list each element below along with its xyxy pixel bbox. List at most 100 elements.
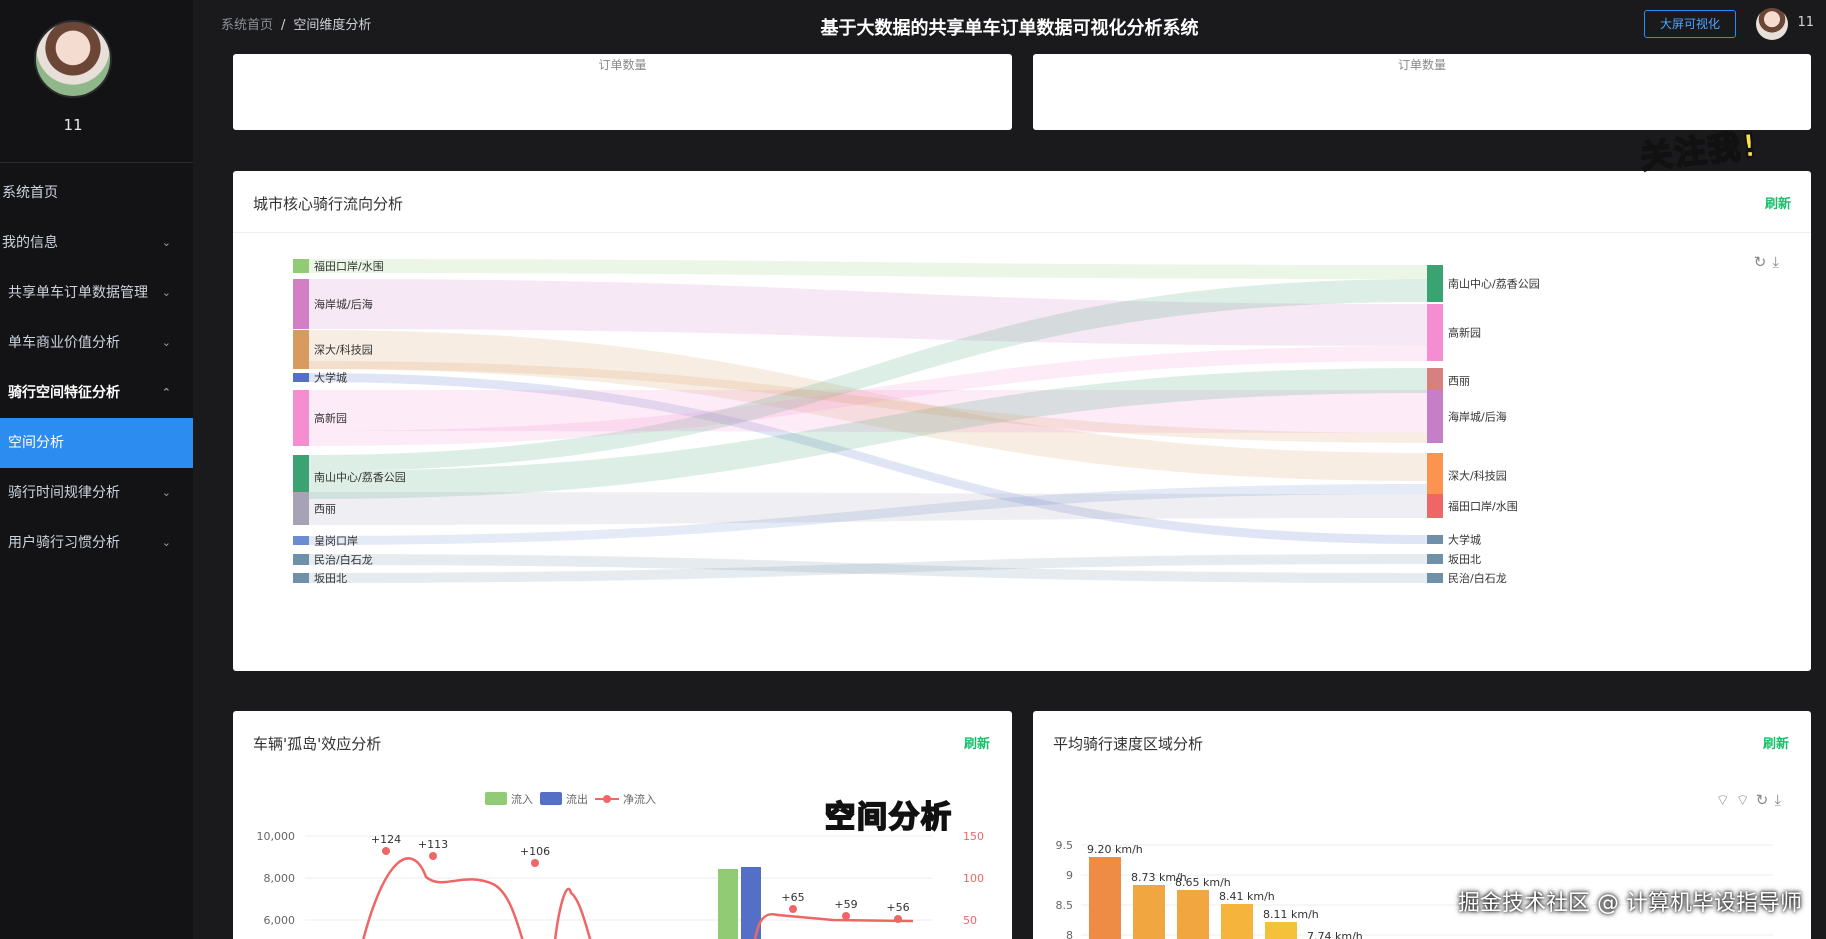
legend-marker xyxy=(603,795,611,803)
sankey-source-label: 民治/白石龙 xyxy=(314,553,373,567)
axis-tick-label: 6,000 xyxy=(264,914,296,927)
data-label: +65 xyxy=(781,891,804,904)
net-inflow-point[interactable] xyxy=(429,852,437,860)
sankey-target-node[interactable] xyxy=(1427,535,1443,544)
bar[interactable] xyxy=(1133,885,1165,939)
sankey-target-label: 西丽 xyxy=(1448,375,1470,388)
data-label: +59 xyxy=(834,898,857,911)
data-label: 8.65 km/h xyxy=(1175,876,1231,889)
data-label: 9.20 km/h xyxy=(1087,843,1143,856)
sankey-source-node[interactable] xyxy=(293,259,309,273)
legend-label: 流入 xyxy=(511,792,533,806)
sankey-source-node[interactable] xyxy=(293,492,309,525)
sidebar-item-label: 骑行空间特征分析 xyxy=(8,385,120,401)
axis-label: 订单数量 xyxy=(598,58,647,72)
sankey-target-label: 深大/科技园 xyxy=(1448,469,1507,483)
bar[interactable] xyxy=(1177,890,1209,939)
order-count-card-right: 订单数量 xyxy=(1033,54,1811,130)
sankey-source-node[interactable] xyxy=(293,373,309,382)
net-inflow-point[interactable] xyxy=(894,915,902,923)
data-label: 7.74 km/h xyxy=(1307,930,1363,939)
legend-swatch[interactable] xyxy=(485,792,507,805)
sidebar-item-home[interactable]: 系统首页 xyxy=(0,168,193,218)
sankey-source-node[interactable] xyxy=(293,330,309,369)
sidebar-divider xyxy=(0,162,193,163)
net-inflow-point[interactable] xyxy=(842,912,850,920)
chevron-down-icon: ⌄ xyxy=(161,236,171,249)
sankey-source-label: 高新园 xyxy=(314,411,347,425)
sankey-source-node[interactable] xyxy=(293,573,309,583)
sidebar: 11 系统首页 我的信息 ⌄ 共享单车订单数据管理 ⌄ 单车商业价值分析 ⌄ 骑行空间… xyxy=(0,0,193,939)
sidebar-menu: 系统首页 我的信息 ⌄ 共享单车订单数据管理 ⌄ 单车商业价值分析 ⌄ 骑行空间特征分… xyxy=(0,168,193,568)
sidebar-item-spatial-analysis[interactable]: 空间分析 xyxy=(0,418,193,468)
net-inflow-point[interactable] xyxy=(382,847,390,855)
sankey-source-label: 皇岗口岸 xyxy=(314,534,358,548)
space-analysis-sticker: 空间分析 xyxy=(824,799,953,836)
legend-swatch[interactable] xyxy=(540,792,562,805)
top-header: 系统首页 / 空间维度分析 基于大数据的共享单车订单数据可视化分析系统 大屏可视化 … xyxy=(193,0,1826,54)
net-inflow-point[interactable] xyxy=(531,859,539,867)
sankey-target-node[interactable] xyxy=(1427,368,1443,393)
sankey-source-label: 西丽 xyxy=(314,503,336,516)
sankey-target-node[interactable] xyxy=(1427,554,1443,564)
sankey-target-node[interactable] xyxy=(1427,453,1443,498)
header-user-name[interactable]: 11 xyxy=(1797,15,1814,30)
sankey-target-node[interactable] xyxy=(1427,304,1443,361)
sankey-target-node[interactable] xyxy=(1427,390,1443,443)
bar[interactable] xyxy=(718,869,738,939)
sankey-target-node[interactable] xyxy=(1427,494,1443,518)
sankey-source-label: 福田口岸/水围 xyxy=(314,259,384,273)
sidebar-item-label: 系统首页 xyxy=(2,185,58,201)
sidebar-item-spatial-features[interactable]: 骑行空间特征分析 ⌃ xyxy=(0,368,193,418)
sankey-link[interactable] xyxy=(309,259,1427,279)
data-label: +124 xyxy=(371,833,401,846)
chevron-down-icon: ⌄ xyxy=(161,536,171,549)
bar[interactable] xyxy=(1265,922,1297,939)
sidebar-user-name: 11 xyxy=(63,116,83,134)
axis-tick-label: 10,000 xyxy=(257,830,296,843)
data-label: +113 xyxy=(418,838,448,851)
axis-tick-label: 50 xyxy=(963,914,977,927)
legend-label: 流出 xyxy=(566,792,588,806)
axis-tick-label: 100 xyxy=(963,872,984,885)
net-inflow-point[interactable] xyxy=(789,905,797,913)
sankey-source-node[interactable] xyxy=(293,536,309,545)
sankey-target-label: 大学城 xyxy=(1448,533,1481,547)
sankey-source-label: 海岸城/后海 xyxy=(314,297,373,311)
watermark: 掘金技术社区 @ 计算机毕设指导师 xyxy=(1458,891,1802,916)
chevron-down-icon: ⌄ xyxy=(161,336,171,349)
big-screen-button[interactable]: 大屏可视化 xyxy=(1644,10,1736,38)
sidebar-item-user-habits[interactable]: 用户骑行习惯分析 ⌄ xyxy=(0,518,193,568)
sidebar-item-business-value[interactable]: 单车商业价值分析 ⌄ xyxy=(0,318,193,368)
sankey-target-node[interactable] xyxy=(1427,573,1443,583)
sankey-source-node[interactable] xyxy=(293,279,309,329)
bar[interactable] xyxy=(1089,857,1121,939)
sankey-link[interactable] xyxy=(309,492,1427,525)
sidebar-item-label: 共享单车订单数据管理 xyxy=(8,285,148,301)
sankey-chart: 福田口岸/水围海岸城/后海深大/科技园大学城高新园南山中心/荔香公园西丽皇岗口岸… xyxy=(293,259,1540,585)
order-count-card-left: 订单数量 xyxy=(233,54,1012,130)
axis-tick-label: 8 xyxy=(1066,929,1073,939)
bar[interactable] xyxy=(1221,904,1253,939)
sankey-source-node[interactable] xyxy=(293,390,309,446)
sankey-source-label: 南山中心/荔香公园 xyxy=(314,471,406,484)
avatar[interactable] xyxy=(34,20,112,98)
sidebar-item-label: 骑行时间规律分析 xyxy=(8,485,120,501)
sidebar-item-my-info[interactable]: 我的信息 ⌄ xyxy=(0,218,193,268)
sankey-target-node[interactable] xyxy=(1427,265,1443,302)
axis-tick-label: 9.5 xyxy=(1056,839,1074,852)
data-label: 8.11 km/h xyxy=(1263,908,1319,921)
sidebar-item-time-patterns[interactable]: 骑行时间规律分析 ⌄ xyxy=(0,468,193,518)
sankey-target-label: 高新园 xyxy=(1448,326,1481,340)
sidebar-item-order-data[interactable]: 共享单车订单数据管理 ⌄ xyxy=(0,268,193,318)
sankey-source-node[interactable] xyxy=(293,554,309,565)
data-label: +56 xyxy=(886,901,909,914)
axis-tick-label: 150 xyxy=(963,830,984,843)
sankey-target-label: 福田口岸/水围 xyxy=(1448,499,1518,513)
net-inflow-line[interactable] xyxy=(358,857,914,939)
axis-label: 订单数量 xyxy=(1397,58,1446,72)
sidebar-item-label: 空间分析 xyxy=(8,435,64,451)
axis-tick-label: 9 xyxy=(1066,869,1073,882)
sidebar-item-label: 我的信息 xyxy=(2,235,58,251)
avatar[interactable] xyxy=(1756,8,1788,40)
